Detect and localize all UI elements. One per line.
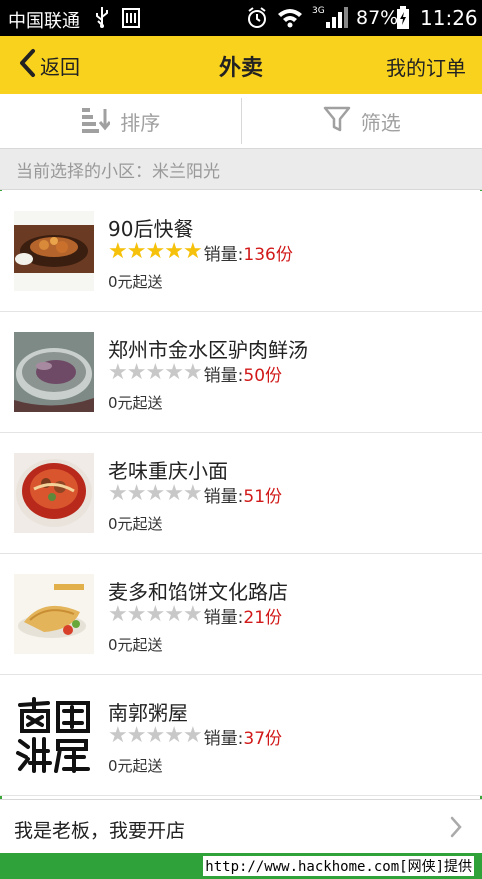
clock: 11:26	[420, 6, 478, 30]
shop-list-item[interactable]: 麦多和馅饼文化路店 ★ ★ ★ ★ ★ 销量: 21份 0元起送	[0, 554, 482, 675]
sort-icon	[80, 105, 112, 138]
sales-label: 销量:	[203, 365, 244, 386]
sales-label: 销量:	[203, 486, 244, 507]
shop-name: 郑州市金水区驴肉鲜汤	[108, 338, 308, 362]
star-icon: ★	[126, 239, 147, 264]
filter-label: 筛选	[360, 110, 401, 135]
filter-icon	[323, 105, 351, 138]
min-order-text: 0元起送	[108, 636, 163, 654]
sort-tab[interactable]: 排序	[0, 94, 241, 148]
star-icon: ★	[164, 602, 184, 627]
usb-icon	[92, 5, 112, 34]
back-button[interactable]: 返回	[18, 48, 80, 82]
star-icon: ★	[108, 723, 128, 748]
star-icon: ★	[145, 360, 166, 385]
shop-thumbnail	[14, 453, 94, 533]
network-type-text: 3G	[312, 6, 325, 16]
sales-count: 50份	[243, 365, 283, 386]
star-icon: ★	[182, 602, 203, 627]
watermark-text: http://www.hackhome.com[网侠]提供	[203, 856, 474, 876]
open-store-text: 我是老板，我要开店	[14, 820, 186, 842]
shop-list-item[interactable]: 90后快餐 ★ ★ ★ ★ ★ 销量: 136份 0元起送	[0, 191, 482, 312]
shop-thumbnail	[14, 574, 94, 654]
shop-list-item[interactable]: 南郭粥屋 ★ ★ ★ ★ ★ 销量: 37份 0元起送	[0, 675, 482, 796]
signal-icon: 3G	[312, 4, 352, 35]
star-icon: ★	[164, 239, 184, 264]
filter-tab[interactable]: 筛选	[242, 94, 482, 148]
sales-count: 37份	[243, 728, 283, 749]
shop-thumbnail	[14, 695, 94, 775]
shop-list-item[interactable]: 老味重庆小面 ★ ★ ★ ★ ★ 销量: 51份 0元起送	[0, 433, 482, 554]
star-icon: ★	[164, 360, 184, 385]
star-icon: ★	[145, 239, 166, 264]
rating-stars: ★ ★ ★ ★ ★	[108, 239, 203, 264]
min-order-text: 0元起送	[108, 515, 163, 533]
sales-label: 销量:	[203, 607, 244, 628]
shop-rating: ★ ★ ★ ★ ★ 销量: 136份	[108, 239, 293, 265]
sort-label: 排序	[120, 110, 161, 135]
star-icon: ★	[108, 481, 128, 506]
shop-name: 麦多和馅饼文化路店	[108, 580, 288, 604]
min-order-text: 0元起送	[108, 394, 163, 412]
sort-filter-bar: 排序 筛选	[0, 94, 482, 149]
chevron-left-icon	[18, 48, 36, 82]
shop-name: 老味重庆小面	[108, 459, 228, 483]
title-bar: 返回 外卖 我的订单	[0, 36, 482, 94]
min-order-text: 0元起送	[108, 757, 163, 775]
star-icon: ★	[126, 723, 147, 748]
shop-list: 90后快餐 ★ ★ ★ ★ ★ 销量: 136份 0元起送 郑州市金水区驴肉鲜汤 ★ ★ ★…	[0, 191, 482, 796]
carrier-name: 中国联通	[8, 11, 80, 32]
shop-rating: ★ ★ ★ ★ ★ 销量: 51份	[108, 481, 283, 507]
sales-label: 销量:	[203, 728, 244, 749]
star-icon: ★	[108, 360, 128, 385]
rating-stars: ★ ★ ★ ★ ★	[108, 723, 203, 748]
sim-icon	[122, 7, 140, 34]
rating-stars: ★ ★ ★ ★ ★	[108, 481, 203, 506]
min-order-text: 0元起送	[108, 273, 163, 291]
sales-label: 销量:	[203, 244, 244, 265]
star-icon: ★	[126, 602, 147, 627]
shop-rating: ★ ★ ★ ★ ★ 销量: 37份	[108, 723, 283, 749]
battery-icon	[396, 6, 410, 35]
alarm-icon	[246, 6, 268, 35]
rating-stars: ★ ★ ★ ★ ★	[108, 360, 203, 385]
sales-count: 51份	[243, 486, 283, 507]
shop-rating: ★ ★ ★ ★ ★ 销量: 21份	[108, 602, 283, 628]
watermark-bar: http://www.hackhome.com[网侠]提供	[0, 853, 482, 879]
star-icon: ★	[182, 723, 203, 748]
sales-count: 136份	[243, 244, 293, 265]
back-label: 返回	[40, 54, 80, 79]
status-bar: 中国联通 3G 87% 11:26	[0, 0, 482, 36]
star-icon: ★	[182, 360, 203, 385]
wifi-icon	[276, 5, 304, 34]
star-icon: ★	[145, 723, 166, 748]
star-icon: ★	[182, 239, 203, 264]
open-store-row[interactable]: 我是老板，我要开店	[0, 799, 482, 854]
star-icon: ★	[145, 481, 166, 506]
star-icon: ★	[145, 602, 166, 627]
shop-name: 90后快餐	[108, 217, 194, 241]
battery-percent: 87%	[356, 7, 399, 29]
my-orders-button[interactable]: 我的订单	[386, 52, 466, 81]
star-icon: ★	[126, 481, 147, 506]
rating-stars: ★ ★ ★ ★ ★	[108, 602, 203, 627]
sales-count: 21份	[243, 607, 283, 628]
current-community-text: 当前选择的小区：米兰阳光	[16, 161, 220, 182]
shop-rating: ★ ★ ★ ★ ★ 销量: 50份	[108, 360, 283, 386]
shop-name: 南郭粥屋	[108, 701, 188, 725]
current-community-bar[interactable]: 当前选择的小区：米兰阳光	[0, 149, 482, 190]
shop-list-item[interactable]: 郑州市金水区驴肉鲜汤 ★ ★ ★ ★ ★ 销量: 50份 0元起送	[0, 312, 482, 433]
star-icon: ★	[182, 481, 203, 506]
star-icon: ★	[108, 602, 128, 627]
chevron-right-icon	[450, 816, 462, 842]
shop-thumbnail	[14, 332, 94, 412]
shop-thumbnail	[14, 211, 94, 291]
star-icon: ★	[126, 360, 147, 385]
star-icon: ★	[164, 723, 184, 748]
star-icon: ★	[164, 481, 184, 506]
star-icon: ★	[108, 239, 128, 264]
